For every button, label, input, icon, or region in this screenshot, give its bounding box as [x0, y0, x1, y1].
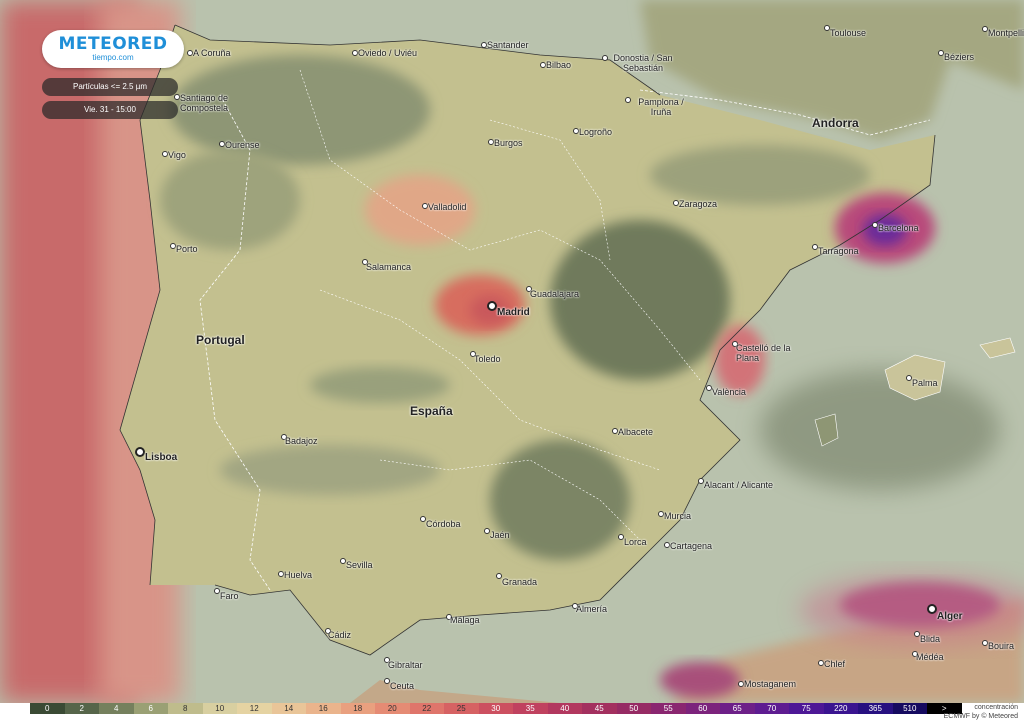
city-label: Granada: [502, 577, 538, 587]
legend-cell: 70: [754, 703, 789, 714]
city-label: Barcelona: [878, 223, 919, 233]
city-label: Salamanca: [366, 262, 412, 272]
city-label: Mostaganem: [744, 679, 797, 689]
legend-cell: 22: [409, 703, 444, 714]
city-label: Béziers: [944, 52, 975, 62]
city-label: Zaragoza: [679, 199, 718, 209]
city-label: Huelva: [284, 570, 313, 580]
legend-title: concentración: [974, 704, 1018, 711]
city-label: Badajoz: [285, 436, 318, 446]
capital-marker: [927, 604, 937, 614]
legend-cell: 18: [340, 703, 375, 714]
city-label: Vigo: [168, 150, 186, 160]
country-label-andorra: Andorra: [812, 116, 859, 130]
city-label: Sevilla: [346, 560, 373, 570]
legend-cell: 16: [306, 703, 341, 714]
legend-cell: 50: [616, 703, 651, 714]
city-label: Gibraltar: [388, 660, 423, 670]
city-label: Bilbao: [546, 60, 572, 70]
legend-cell: 510: [892, 703, 927, 714]
meteored-logo[interactable]: METEORED tiempo.com: [42, 30, 184, 68]
legend-cell: 30: [478, 703, 513, 714]
legend-cell: 45: [582, 703, 617, 714]
legend-cell: 20: [375, 703, 410, 714]
city-label: Córdoba: [426, 519, 461, 529]
city-label: Guadalajara: [530, 289, 580, 299]
legend-cell: 4: [99, 703, 134, 714]
city-label: Castelló de la Plana: [736, 343, 791, 363]
variable-selector[interactable]: Partículas <= 2.5 µm: [42, 78, 178, 96]
capital-label-alger: Alger: [937, 611, 963, 622]
concentration-legend: 0 2 4 6 8 10 12 14 16 18 20 22 25 30 35 40 45 50 55 60 65 70 7…: [0, 703, 1024, 721]
country-label-espana: España: [410, 404, 453, 418]
logo-text: METEORED: [58, 34, 168, 54]
legend-cell: 75: [789, 703, 824, 714]
logo-subtext: tiempo.com: [92, 53, 134, 62]
city-label: Chlef: [824, 659, 846, 669]
legend-cell: 14: [271, 703, 306, 714]
legend-cell: 25: [444, 703, 479, 714]
city-label: Albacete: [618, 427, 654, 437]
city-label: Lorca: [624, 537, 647, 547]
legend-cell: 8: [168, 703, 203, 714]
legend-credit: ECMWF by © Meteored: [943, 713, 1018, 720]
legend-cell: 0: [30, 703, 65, 714]
city-label: Oviedo / Uviéu: [358, 48, 418, 58]
country-label-portugal: Portugal: [196, 333, 245, 347]
legend-cell: 12: [237, 703, 272, 714]
legend-cell: 40: [547, 703, 582, 714]
city-label: Alacant / Alicante: [704, 480, 774, 490]
legend-cell: 65: [720, 703, 755, 714]
city-label: Ourense: [225, 140, 260, 150]
legend-cell: 55: [651, 703, 686, 714]
legend-cell: 35: [513, 703, 548, 714]
city-label: Santiago de Compostela: [180, 93, 229, 113]
city-label: Bouira: [988, 641, 1015, 651]
city-label: Tarragona: [818, 246, 859, 256]
city-label: Burgos: [494, 138, 523, 148]
city-label: Santander: [487, 40, 529, 50]
city-label: Faro: [220, 591, 239, 601]
legend-cell: 60: [685, 703, 720, 714]
city-label: Blida: [920, 634, 941, 644]
city-label: Médéa: [916, 652, 944, 662]
city-label: Almería: [576, 604, 608, 614]
city-label: Porto: [176, 244, 198, 254]
city-label: Cartagena: [670, 541, 713, 551]
city-label: Málaga: [450, 615, 480, 625]
city-label: Montpellier: [988, 28, 1024, 38]
city-label: Ceuta: [390, 681, 415, 691]
capital-marker: [487, 301, 497, 311]
city-label: Toledo: [474, 354, 501, 364]
legend-cell: 6: [133, 703, 168, 714]
city-label: Palma: [912, 378, 938, 388]
city-label: Cádiz: [328, 630, 352, 640]
city-label: Donostia / San Sebastián: [613, 53, 673, 73]
capital-label-lisboa: Lisboa: [145, 452, 178, 463]
legend-cell: 2: [64, 703, 99, 714]
capital-label-madrid: Madrid: [497, 307, 530, 318]
city-label: Logroño: [579, 127, 613, 137]
city-label: València: [712, 387, 746, 397]
capital-marker: [135, 447, 145, 457]
legend-cell: 220: [823, 703, 858, 714]
legend-cell: 10: [202, 703, 237, 714]
city-label: A Coruña: [193, 48, 231, 58]
city-label: Valladolid: [428, 202, 467, 212]
city-label: Toulouse: [830, 28, 867, 38]
legend-cell: 365: [858, 703, 893, 714]
city-label: Jaén: [490, 530, 510, 540]
city-label: Pamplona / Iruña: [638, 97, 684, 117]
time-selector[interactable]: Vie. 31 - 15:00: [42, 101, 178, 119]
city-label: Murcia: [664, 511, 692, 521]
